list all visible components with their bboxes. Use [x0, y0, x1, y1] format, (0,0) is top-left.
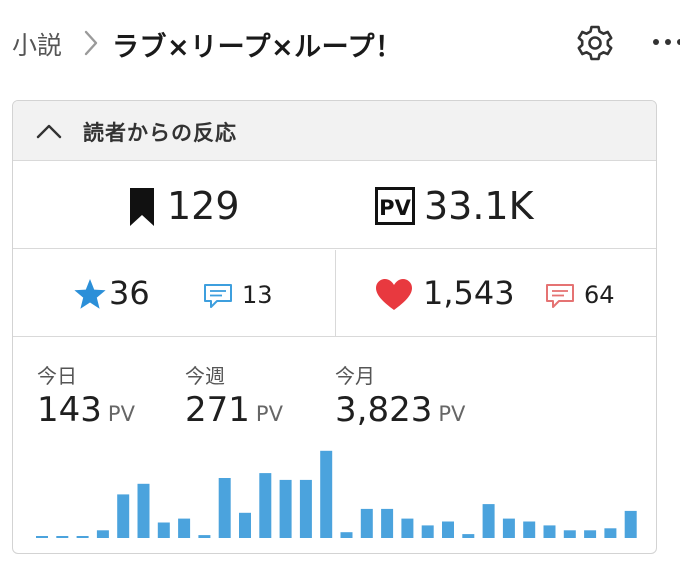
- chart-bar: [360, 508, 373, 538]
- more-icon[interactable]: [648, 24, 680, 60]
- period-stats: 今日 143 PV 今週 271 PV 今月 3,823 PV: [13, 338, 656, 553]
- chart-bar: [76, 536, 89, 538]
- chevron-right-icon: [84, 30, 98, 56]
- chart-bar: [584, 530, 597, 538]
- chart-bar: [604, 528, 617, 538]
- chart-bar: [178, 518, 191, 538]
- period-number: 3,823: [335, 390, 433, 430]
- chart-bar: [198, 535, 211, 538]
- chart-bar: [462, 534, 475, 538]
- gear-icon[interactable]: [574, 22, 616, 64]
- period-value-week: 271 PV: [185, 390, 283, 430]
- breadcrumb-root[interactable]: 小説: [12, 26, 62, 62]
- chart-bar: [157, 522, 170, 538]
- reader-reaction-card: 読者からの反応 129 PV 33.1K 36 13 1,543 64 今日 1…: [12, 100, 657, 554]
- chart-bar: [523, 521, 536, 538]
- like-comment-count: 64: [584, 281, 615, 309]
- chart-bar: [96, 530, 109, 538]
- period-number: 143: [37, 390, 102, 430]
- chart-bar: [137, 483, 150, 538]
- period-label-month: 今月: [335, 364, 375, 388]
- comment-icon[interactable]: [545, 283, 575, 309]
- chart-bar: [56, 536, 69, 538]
- period-unit: PV: [255, 402, 283, 426]
- chart-bar: [117, 494, 130, 538]
- chart-bar: [502, 518, 515, 538]
- page-view-count: 33.1K: [424, 184, 534, 228]
- chart-bar: [36, 536, 48, 538]
- period-value-today: 143 PV: [37, 390, 135, 430]
- period-number: 271: [185, 390, 250, 430]
- star-icon: [74, 279, 106, 309]
- chart-bar: [482, 504, 495, 538]
- chart-bar: [421, 525, 434, 538]
- star-comment-count: 13: [242, 281, 273, 309]
- card-header[interactable]: 読者からの反応: [13, 101, 656, 161]
- chart-bar: [239, 512, 251, 538]
- star-count: 36: [109, 274, 150, 312]
- comment-icon[interactable]: [203, 283, 233, 309]
- period-value-month: 3,823 PV: [335, 390, 465, 430]
- chart-bar: [624, 510, 637, 538]
- chart-bar: [340, 532, 353, 538]
- period-unit: PV: [438, 402, 466, 426]
- top-bar: 小説 ラブ×リープ×ループ！: [0, 0, 680, 84]
- chevron-up-icon[interactable]: [35, 120, 63, 142]
- bookmark-count: 129: [167, 184, 240, 228]
- chart-bar: [259, 473, 272, 538]
- chart-bar: [299, 479, 312, 538]
- chart-bar: [543, 525, 556, 538]
- chart-bar: [218, 478, 231, 538]
- chart-bar: [279, 479, 292, 538]
- page-title: ラブ×リープ×ループ！: [112, 32, 403, 63]
- bookmark-icon: [130, 188, 154, 226]
- reactions-row: 36 13 1,543 64: [13, 250, 656, 337]
- svg-text:PV: PV: [379, 196, 411, 220]
- period-label-today: 今日: [37, 364, 77, 388]
- daily-pv-chart: [36, 450, 637, 538]
- divider: [335, 250, 336, 336]
- card-title: 読者からの反応: [83, 121, 237, 145]
- totals-row: 129 PV 33.1K: [13, 162, 656, 249]
- chart-bar: [320, 450, 333, 538]
- chart-bar: [381, 508, 394, 538]
- period-unit: PV: [107, 402, 135, 426]
- chart-bar: [563, 530, 576, 538]
- chart-bar: [442, 521, 454, 538]
- chart-bar: [401, 518, 414, 538]
- period-label-week: 今週: [185, 364, 225, 388]
- heart-icon: [376, 279, 412, 310]
- pv-icon: PV: [375, 187, 415, 225]
- like-count: 1,543: [423, 274, 515, 312]
